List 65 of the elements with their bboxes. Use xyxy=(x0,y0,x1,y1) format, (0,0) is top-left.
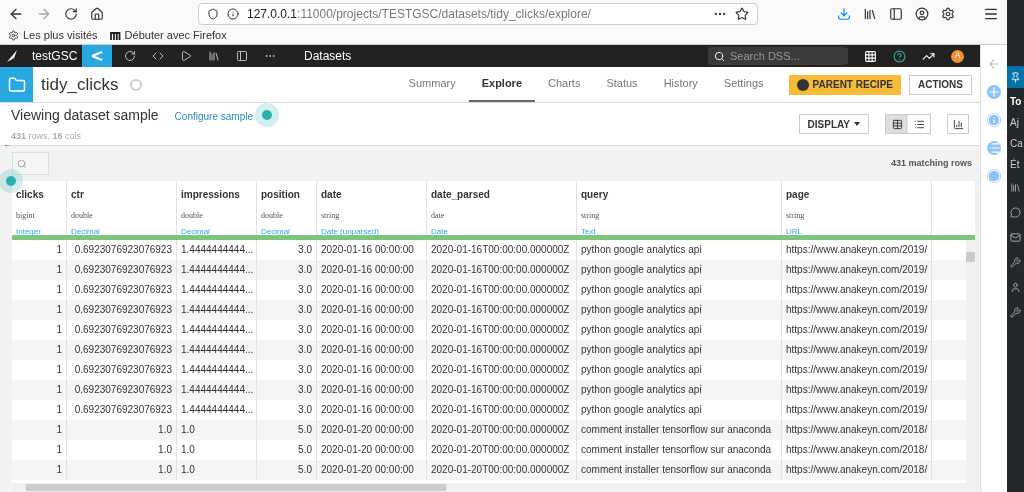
display-button[interactable]: DISPLAY xyxy=(798,114,869,134)
dashboard-icon[interactable] xyxy=(236,50,248,62)
table-cell: 1.0 xyxy=(177,460,257,480)
matching-rows-count: 431 matching rows xyxy=(890,156,972,170)
search-icon xyxy=(714,50,725,62)
grid-view-icon[interactable] xyxy=(886,115,908,133)
pin-icon[interactable] xyxy=(1007,66,1024,88)
tab[interactable]: Charts xyxy=(535,67,594,102)
actions-button[interactable]: ACTIONS xyxy=(909,74,972,95)
user-icon[interactable] xyxy=(1010,282,1021,293)
configure-sample-link[interactable]: Configure sample xyxy=(174,108,253,124)
search-icon xyxy=(17,158,27,169)
url-text: 127.0.0.1:11000/projects/TESTGSC/datasets/tidy_clicks/explore/ xyxy=(247,5,592,23)
table-cell: comment installer tensorflow sur anaconda xyxy=(577,460,782,480)
play-icon[interactable] xyxy=(180,50,192,62)
sidebar-icon[interactable] xyxy=(889,6,903,21)
mail-icon[interactable] xyxy=(1010,232,1021,243)
info-icon xyxy=(227,7,239,20)
apps-icon[interactable] xyxy=(864,49,877,63)
table-cell: https://www.anakeyn.com/2018/ xyxy=(782,460,932,480)
comment-icon[interactable] xyxy=(1010,207,1021,218)
parent-recipe-button[interactable]: PARENT RECIPE xyxy=(788,74,901,95)
gear-icon[interactable] xyxy=(941,6,955,21)
search-field[interactable]: Search DSS... xyxy=(708,47,848,65)
reload-icon[interactable] xyxy=(64,6,78,21)
table-cell: 1.0 xyxy=(67,460,177,480)
table-cell: 5.0 xyxy=(257,460,317,480)
tab[interactable]: Status xyxy=(593,67,651,102)
table-cell: 1 xyxy=(12,460,67,480)
menu-item[interactable]: Ét xyxy=(1007,157,1020,172)
hotspot-marker xyxy=(255,103,279,128)
gear-icon xyxy=(8,30,19,41)
code-icon[interactable] xyxy=(152,50,164,62)
tab[interactable]: Settings xyxy=(710,67,777,102)
section-title[interactable]: Datasets xyxy=(304,47,352,65)
address-bar[interactable]: 127.0.0.1:11000/projects/TESTGSC/datasets/tidy_clicks/explore/ xyxy=(198,2,758,25)
table-cell: 2020-01-20 00:00:00 xyxy=(317,460,427,480)
tab[interactable]: Summary xyxy=(395,67,469,102)
wrench-icon[interactable] xyxy=(1010,257,1021,268)
star-icon[interactable] xyxy=(735,6,749,21)
chart-view-icon[interactable] xyxy=(947,114,969,134)
menu-item[interactable]: Aj xyxy=(1007,115,1019,130)
menu-item[interactable]: Ca xyxy=(1007,136,1023,151)
flow-icon[interactable] xyxy=(82,45,112,67)
sample-title: Viewing dataset sample xyxy=(11,105,159,125)
tools-icon[interactable] xyxy=(1010,307,1021,318)
table-cell: 2020-01-20T00:00:00.000000Z xyxy=(427,460,577,480)
bookmark-link[interactable]: Débuter avec Firefox xyxy=(109,27,227,44)
menu-item[interactable]: To xyxy=(1007,94,1022,109)
sample-size: 431 rows, 16 cols xyxy=(11,129,83,143)
media-icon[interactable] xyxy=(1010,182,1021,193)
home-icon[interactable] xyxy=(90,6,104,21)
filter-field[interactable] xyxy=(12,152,49,175)
help-icon[interactable] xyxy=(893,49,906,63)
download-icon[interactable] xyxy=(837,6,851,21)
tab[interactable]: History xyxy=(650,67,711,102)
library-icon[interactable] xyxy=(863,6,877,21)
caret-icon xyxy=(854,122,860,126)
bookmark-link[interactable]: Les plus visités xyxy=(8,27,98,44)
shield-icon xyxy=(207,7,219,20)
tab[interactable]: Explore xyxy=(468,67,536,102)
dataset-name: tidy_clicks xyxy=(41,73,119,96)
account-icon[interactable] xyxy=(915,6,929,21)
project-name[interactable]: testGSC xyxy=(24,47,82,65)
logo-icon xyxy=(109,31,121,40)
